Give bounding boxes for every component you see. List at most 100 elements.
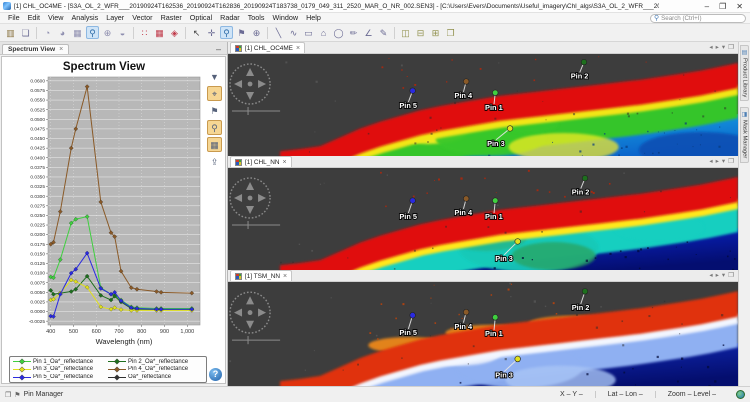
maximize-button[interactable]: ❐ (719, 1, 726, 12)
menu-layer[interactable]: Layer (102, 13, 128, 23)
menu-radar[interactable]: Radar (216, 13, 244, 23)
close-icon[interactable]: × (59, 46, 63, 53)
maximize-view-icon[interactable]: ❐ (728, 271, 734, 281)
pin-manager-icon[interactable]: ⚑ (14, 391, 20, 399)
toolbar-gcp-placing-tool-icon[interactable]: ⊕ (250, 26, 263, 39)
tab-scroll-left-icon[interactable]: ◂ (709, 157, 712, 167)
dock-tab-label: Product Library (741, 58, 748, 98)
dock-tab-mask-manager[interactable]: ◨ Mask Manager (740, 107, 749, 163)
menu-window[interactable]: Window (268, 13, 302, 23)
tab-spectrum-view[interactable]: Spectrum View × (2, 44, 70, 54)
toolbar-pencil-tool-icon[interactable]: ✎ (377, 26, 390, 39)
toolbar-separator (133, 26, 134, 39)
help-button[interactable]: ? (209, 368, 222, 381)
export-spectra-icon[interactable]: ⇪ (207, 154, 222, 169)
close-icon[interactable]: × (296, 45, 300, 52)
legend-item: Pin 3_Oa*_reflectance (13, 366, 108, 373)
all-pin-spectra-icon[interactable]: ⚲ (207, 120, 222, 135)
svg-text:Pin 5: Pin 5 (399, 212, 417, 221)
tab-scroll-right-icon[interactable]: ▸ (716, 271, 719, 281)
toolbar-polygon-tool-icon[interactable]: ⌂ (317, 26, 330, 39)
toolbar-gcp-manager-icon[interactable]: ⊕ (101, 26, 114, 39)
tab-scroll-left-icon[interactable]: ◂ (709, 271, 712, 281)
panel-minimize-button[interactable]: – (212, 44, 225, 54)
tab-chl-oc4me[interactable]: [1] CHL_OC4ME × (230, 42, 306, 53)
latlon-readout: Lat – Lon – (594, 391, 655, 398)
toolbar-measure-tool-icon[interactable]: ∠ (362, 26, 375, 39)
pin-manager-label[interactable]: Pin Manager (24, 391, 64, 398)
image-view-chl-nn[interactable]: Pin 5 Pin 4 Pin 1 Pin 2 Pin 3 (228, 168, 738, 270)
toolbar-tile-grid-icon[interactable]: ⊞ (429, 26, 442, 39)
tab-scroll-left-icon[interactable]: ◂ (709, 43, 712, 53)
satellite-image: Pin 5 Pin 4 Pin 1 Pin 2 Pin 3 (228, 54, 738, 156)
search-placeholder: Search (Ctrl+I) (661, 14, 702, 22)
toolbar-profile-plot-icon[interactable]: ◈ (168, 26, 181, 39)
toolbar-tile-single-icon[interactable]: ❐ (444, 26, 457, 39)
window-grip-icon[interactable]: ❐ (5, 391, 11, 399)
toolbar-copy-view-icon[interactable]: ❏ (19, 26, 32, 39)
close-icon[interactable]: × (282, 159, 286, 166)
tab-scroll-right-icon[interactable]: ▸ (716, 157, 719, 167)
svg-text:Pin 1: Pin 1 (485, 329, 503, 338)
tab-label: [1] CHL_NN (245, 158, 280, 166)
filter-bands-icon[interactable]: ▼ (207, 69, 222, 84)
menu-help[interactable]: Help (302, 13, 325, 23)
maximize-view-icon[interactable]: ❐ (728, 43, 734, 53)
svg-text:Pin 4: Pin 4 (454, 91, 473, 100)
menu-optical[interactable]: Optical (186, 13, 216, 23)
tab-tsm-nn[interactable]: [1] TSM_NN × (230, 270, 293, 281)
toolbar-scatter-plot-icon[interactable]: ∷ (138, 26, 151, 39)
maximize-view-icon[interactable]: ❐ (728, 157, 734, 167)
menu-view[interactable]: View (44, 13, 67, 23)
image-view-chl-oc4me[interactable]: Pin 5 Pin 4 Pin 1 Pin 2 Pin 3 (228, 54, 738, 156)
close-icon[interactable]: × (283, 273, 287, 280)
close-button[interactable]: ✕ (736, 1, 743, 12)
toolbar-ellipse-tool-icon[interactable]: ◯ (332, 26, 345, 39)
toolbar-pin-placing-tool-icon[interactable]: ⚑ (235, 26, 248, 39)
window-title: [1] CHL_OC4ME - [S3A_OL_2_WFR___20190924… (14, 2, 659, 10)
toolbar-open-product-icon[interactable]: ▥ (4, 26, 17, 39)
single-pin-spectra-icon[interactable]: ⚑ (207, 103, 222, 118)
toolbar-band-subset-icon[interactable]: ◕ (56, 26, 69, 39)
toolbar-polyline-tool-icon[interactable]: ∿ (287, 26, 300, 39)
toolbar-pixel-info-icon[interactable]: ⚲ (86, 26, 99, 39)
toolbar-zoom-tool-icon[interactable]: ⚲ (220, 26, 233, 39)
tab-chl-nn[interactable]: [1] CHL_NN × (230, 156, 292, 167)
main-area: Spectrum View × – Spectrum View -0.0025 0.… (0, 42, 750, 386)
toolbar-tile-rows-icon[interactable]: ⊟ (414, 26, 427, 39)
tab-list-dropdown-icon[interactable]: ▾ (722, 43, 725, 53)
toolbar-draw-tool-icon[interactable]: ✏ (347, 26, 360, 39)
toolbar-select-tool-icon[interactable]: ↖ (190, 26, 203, 39)
svg-text:0.0125: 0.0125 (30, 261, 45, 267)
svg-text:0.0425: 0.0425 (30, 146, 45, 152)
toolbar-reprojection-grid-icon[interactable]: ▦ (71, 26, 84, 39)
minimize-button[interactable]: – (705, 1, 709, 12)
toolbar-spatial-subset-icon[interactable]: ◔ (41, 26, 54, 39)
svg-text:0.0075: 0.0075 (30, 280, 45, 286)
spectrum-chart[interactable]: Spectrum View -0.0025 0.0000 0.0025 0.0050 0.… (2, 57, 206, 354)
show-grid-icon[interactable]: ▦ (207, 137, 222, 152)
image-view-tsm-nn[interactable]: Pin 5 Pin 4 Pin 1 Pin 2 Pin 3 (228, 282, 738, 386)
search-box[interactable]: ⚲ Search (Ctrl+I) (650, 13, 746, 23)
menu-edit[interactable]: Edit (24, 13, 44, 23)
menu-vector[interactable]: Vector (128, 13, 156, 23)
tab-scroll-right-icon[interactable]: ▸ (716, 43, 719, 53)
legend-marker-icon (13, 366, 31, 373)
toolbar-pan-tool-icon[interactable]: ✛ (205, 26, 218, 39)
svg-text:0.0050: 0.0050 (30, 290, 45, 296)
dock-tab-product-library[interactable]: ▤ Product Library (740, 45, 749, 102)
toolbar-correlative-grid-icon[interactable]: ▦ (153, 26, 166, 39)
spectrum-toolbar: ▼ ⌖ ⚑ ⚲ ▦ ⇪ (205, 69, 224, 169)
toolbar-rectangle-tool-icon[interactable]: ▭ (302, 26, 315, 39)
menu-analysis[interactable]: Analysis (67, 13, 102, 23)
cursor-spectrum-icon[interactable]: ⌖ (207, 86, 222, 101)
tab-list-dropdown-icon[interactable]: ▾ (722, 271, 725, 281)
tab-label: [1] CHL_OC4ME (245, 44, 293, 52)
tab-list-dropdown-icon[interactable]: ▾ (722, 157, 725, 167)
toolbar-tile-columns-icon[interactable]: ◫ (399, 26, 412, 39)
toolbar-mask-manager-icon[interactable]: ◒ (116, 26, 129, 39)
menu-raster[interactable]: Raster (157, 13, 186, 23)
toolbar-line-tool-icon[interactable]: ╲ (272, 26, 285, 39)
menu-file[interactable]: File (4, 13, 24, 23)
menu-tools[interactable]: Tools (244, 13, 269, 23)
